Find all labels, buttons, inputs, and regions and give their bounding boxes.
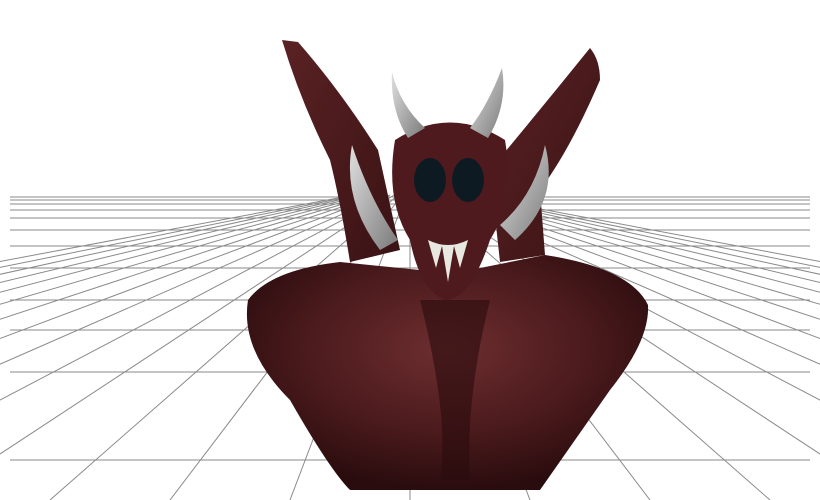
left-eye — [414, 158, 446, 202]
3d-viewport[interactable] — [0, 0, 820, 500]
left-horn — [391, 72, 425, 138]
right-horn — [470, 68, 504, 138]
right-eye — [452, 158, 484, 202]
demon-model — [246, 40, 649, 490]
scene-canvas — [0, 40, 820, 500]
